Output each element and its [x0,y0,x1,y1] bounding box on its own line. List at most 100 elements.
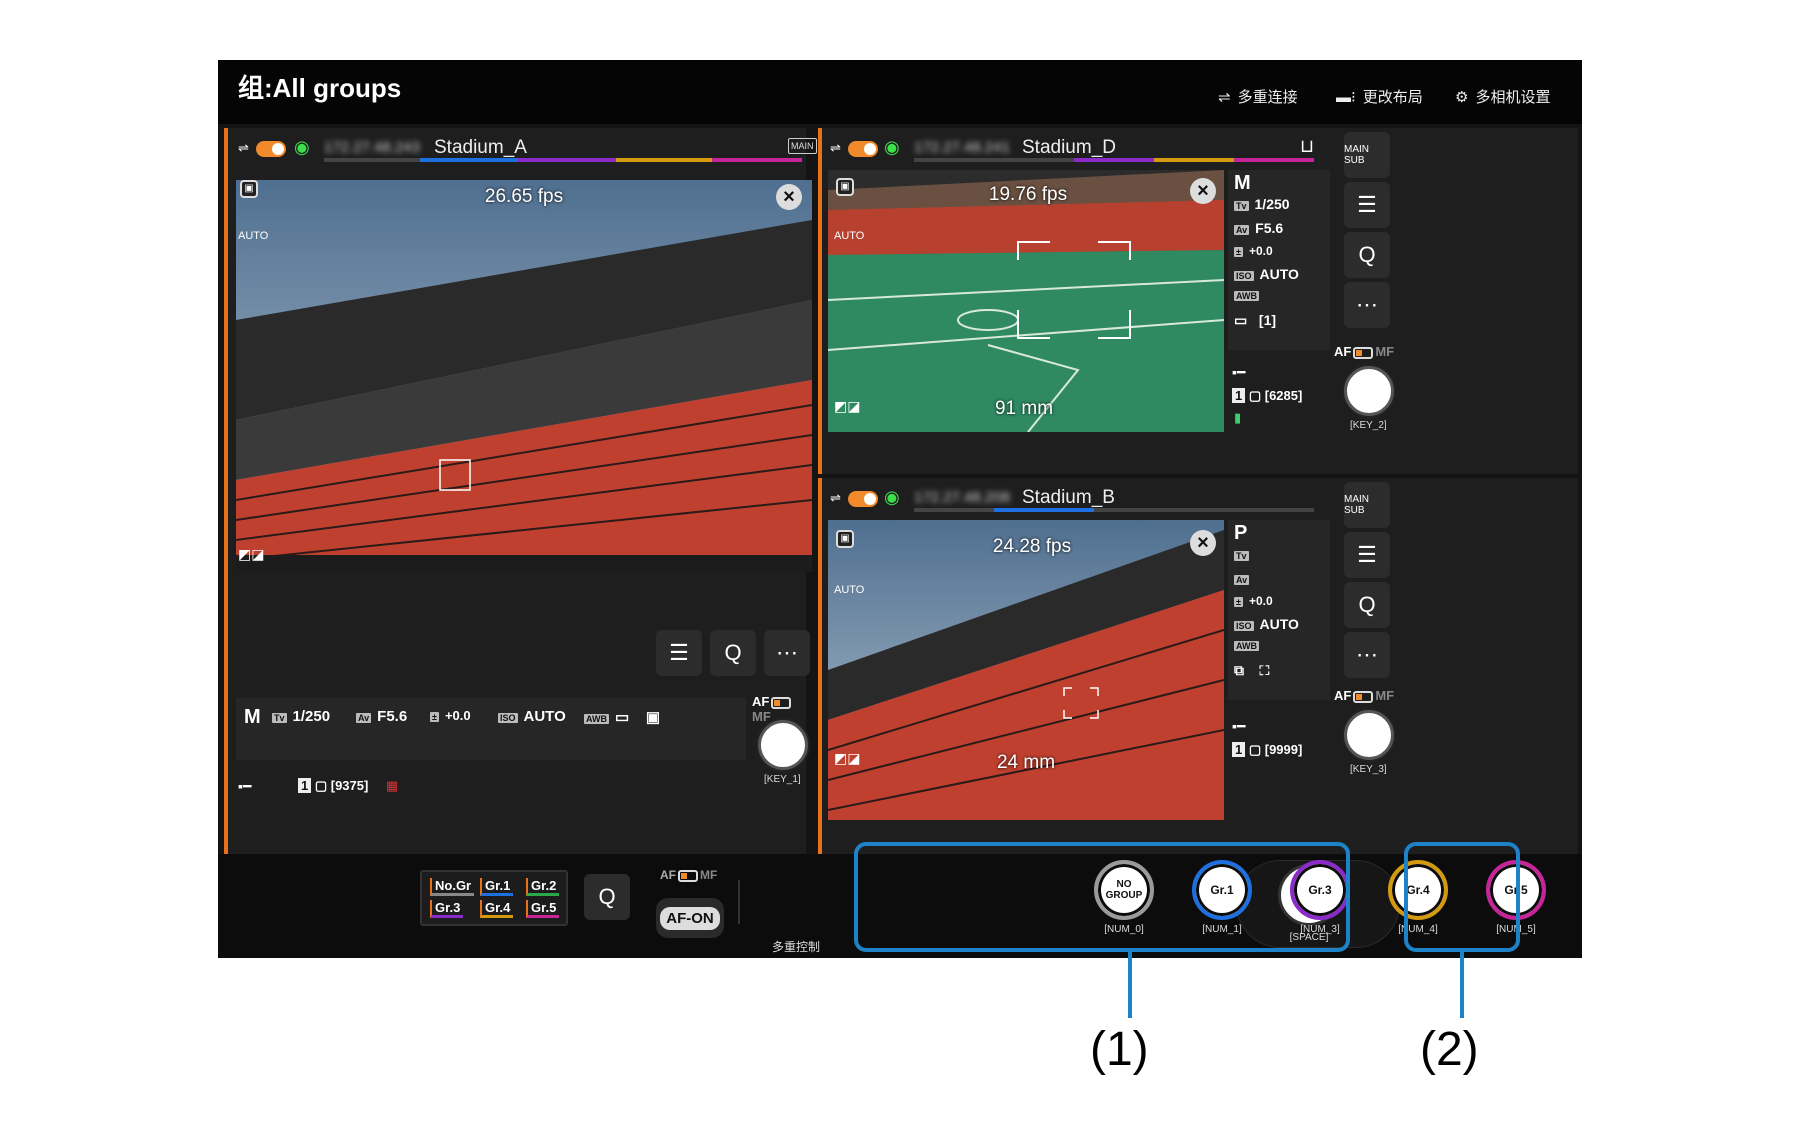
callout-box-2 [1404,842,1520,952]
camera-connected-icon: ◉ [294,137,310,157]
af-mf-switch[interactable]: AFMF [1334,688,1394,703]
shutter-button-key3[interactable] [1344,710,1394,760]
settings-list-button[interactable]: ☰ [1344,532,1390,578]
close-icon[interactable]: × [1190,178,1216,204]
camera-b-exp-comp: ± +0.0 [1234,594,1273,608]
main-sub-switch-button[interactable]: MAIN SUB [1344,132,1390,178]
legend-gr2: Gr.2 [526,878,560,896]
settings-list-button[interactable]: ☰ [656,630,702,676]
camera-b-av: Av [1234,575,1250,585]
camera-b-toggle[interactable] [848,491,878,507]
camera-b-auto: AUTO [834,584,865,596]
camera-d-exp-comp: ± +0.0 [1234,244,1273,258]
camera-a-toprow: ⇌ ◉ 172.27.48.243 Stadium_A MAIN [228,128,817,166]
link-icon: ⇌ [238,140,249,155]
camera-d-awb: AWB [1234,291,1259,301]
camera-d-af-point: ▭ [1] [1234,312,1277,328]
camera-a-av: Av F5.6 [356,708,408,725]
camera-d-mode: M [1234,172,1251,194]
stadium-image [828,520,1224,820]
camera-a-toggle[interactable] [256,141,286,157]
multi-control-label: 多重控制 [772,940,821,954]
camera-panel-b[interactable]: ⇌ ◉ 172.27.48.208 Stadium_B 24.28 fps 24… [818,478,1578,854]
camera-d-name: Stadium_D [1022,137,1116,158]
settings-list-button[interactable]: ☰ [1344,182,1390,228]
camera-a-iso: ISO AUTO [498,708,566,725]
multi-settings-label: 多相机设置 [1475,89,1551,106]
layout-icon: ▬⁝ [1336,88,1356,106]
change-layout-label: 更改布局 [1362,89,1423,106]
legend-gr1: Gr.1 [480,878,514,896]
card-error-icon: ▦ [386,778,399,793]
camera-a-live-view[interactable]: 26.65 fps × ▣ AUTO ◩◪ [236,180,812,572]
af-on-label: AF-ON [660,906,720,930]
group-color-bar [914,508,1314,512]
stadium-image [236,180,812,572]
camera-b-live-view[interactable]: 24.28 fps 24 mm × ▣ AUTO ◩◪ [828,520,1224,820]
multi-settings-menu[interactable]: ⚙ 多相机设置 [1455,86,1550,107]
bottom-af-mf-switch[interactable]: AF MF [660,868,717,882]
camera-b-card: 1 ▢ [9999] [1232,742,1302,758]
camera-b-fps: 24.28 fps [992,536,1072,557]
quick-control-button[interactable]: Q [710,630,756,676]
camera-d-focal: 91 mm [994,398,1054,419]
camera-d-live-view[interactable]: 19.76 fps 91 mm × ▣ AUTO ◩◪ [828,170,1224,432]
more-button[interactable]: ⋯ [1344,632,1390,678]
change-layout-menu[interactable]: ▬⁝ 更改布局 [1336,86,1423,107]
camera-connected-icon: ◉ [884,487,900,507]
camera-b-iso: ISO AUTO [1234,616,1299,632]
more-button[interactable]: ⋯ [764,630,810,676]
legend-no-group: No.Gr [430,878,475,896]
shutter-button-key2[interactable] [1344,366,1394,416]
main-sub-switch-button[interactable]: MAIN SUB [1344,482,1390,528]
camera-d-toprow: ⇌ ◉ 172.27.48.241 Stadium_D ⊔ [822,128,1578,166]
camera-a-name: Stadium_A [434,137,527,158]
camera-a-ip: 172.27.48.243 [324,139,420,156]
camera-d-auto: AUTO [834,230,865,242]
close-icon[interactable]: × [776,184,802,210]
contrast-icon: ◩◪ [834,750,861,766]
shutter-button-key1[interactable] [758,720,808,770]
exposure-bar: M Tv 1/250 Av F5.6 ± +0.0 ISO AUTO AWB ▭ ▣ [236,698,746,760]
multi-connect-menu[interactable]: ⇌ 多重连接 [1218,86,1298,107]
camera-a-fps: 26.65 fps [484,186,564,207]
camera-d-exposure-panel: M Tv 1/250 Av F5.6 ± +0.0 ISO AUTO AWB ▭ [1] [1228,170,1330,350]
camera-b-ip: 172.27.48.208 [914,489,1010,506]
quick-control-button[interactable]: Q [1344,582,1390,628]
af-mf-switch[interactable]: AFMF [1334,344,1394,359]
group-color-bar [914,158,1314,162]
callout-label-1: (1) [1090,1023,1149,1076]
still-mode-icon: ▣ [836,178,854,196]
quick-control-button[interactable]: Q [1344,232,1390,278]
camera-d-toggle[interactable] [848,141,878,157]
camera-a-key: [KEY_1] [764,774,801,785]
close-icon[interactable]: × [1190,530,1216,556]
camera-a-card: 1 ▢ [9375] [298,778,368,794]
callout-label-2: (2) [1420,1023,1479,1076]
camera-b-mode: P [1234,522,1248,544]
legend-gr3: Gr.3 [430,900,464,918]
camera-d-tv: Tv 1/250 [1234,196,1290,212]
more-button[interactable]: ⋯ [1344,282,1390,328]
quick-control-button[interactable]: Q [584,874,630,920]
camera-panel-d[interactable]: ⇌ ◉ 172.27.48.241 Stadium_D ⊔ 19.76 fps … [818,128,1578,474]
power-icon: ▪━ [1232,364,1246,380]
still-mode-icon: ▣ [836,530,854,548]
af-on-button[interactable]: AF-ON [656,898,724,938]
gear-icon: ⚙ [1455,88,1469,106]
sub-connect-icon: ⊔ [1300,136,1315,156]
header-bar: 组:All groups ⇌ 多重连接 ▬⁝ 更改布局 ⚙ 多相机设置 [218,60,1582,124]
camera-d-card: 1 ▢ [6285] [1232,388,1302,404]
battery-icon: ▮ [1234,410,1242,425]
divider [738,880,740,924]
camera-connected-icon: ◉ [884,137,900,157]
camera-panel-a[interactable]: ⇌ ◉ 172.27.48.243 Stadium_A MAIN 26.65 f… [224,128,817,854]
camera-d-av: Av F5.6 [1234,220,1284,236]
camera-b-toprow: ⇌ ◉ 172.27.48.208 Stadium_B [822,478,1578,516]
camera-b-focal: 24 mm [996,752,1056,773]
app-window: 组:All groups ⇌ 多重连接 ▬⁝ 更改布局 ⚙ 多相机设置 ⇌ ◉ … [218,60,1582,958]
still-mode-icon: ▣ [240,180,258,198]
callout-line-2 [1460,952,1464,1018]
camera-b-awb: AWB [1234,641,1259,651]
camera-b-exposure-panel: P Tv Av ± +0.0 ISO AUTO AWB ⧉ ⛶ [1228,520,1330,700]
